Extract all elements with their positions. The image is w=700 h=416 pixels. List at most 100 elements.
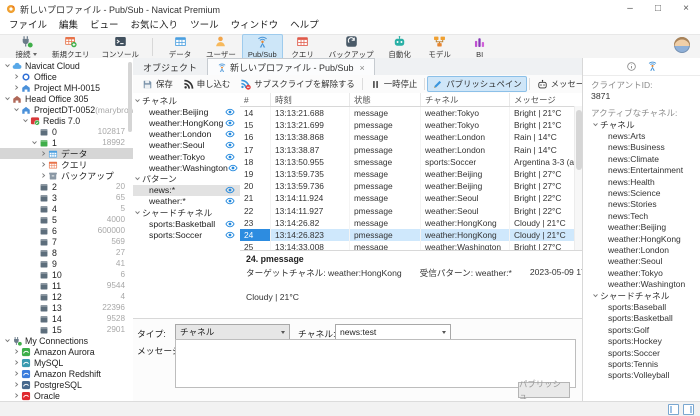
toggle-left-pane-icon[interactable] (668, 404, 679, 415)
channel-item[interactable]: weather:HongKong (133, 117, 240, 128)
table-row[interactable]: 2113:14:11.924messageweather:SeoulBright… (240, 192, 583, 204)
save-button[interactable]: 保存 (137, 76, 178, 92)
tree-item-6[interactable]: 6600000 (0, 225, 133, 236)
active-channel-item[interactable]: news:Stories (591, 199, 700, 210)
table-row[interactable]: 1413:13:21.688messageweather:TokyoBright… (240, 107, 583, 119)
channel-item[interactable]: sports:Soccer (133, 229, 240, 240)
tree-item-postgresql[interactable]: PostgreSQL (0, 379, 133, 390)
active-channel-item[interactable]: news:Science (591, 187, 700, 198)
maximize-button[interactable]: □ (644, 0, 672, 18)
tree-item--[interactable]: クエリ (0, 159, 133, 170)
chevron-right-icon[interactable] (39, 172, 48, 179)
column-header-2[interactable]: 状態 (350, 93, 421, 106)
channel-item[interactable]: news:* (133, 185, 240, 196)
active-channel-item[interactable]: sports:Volleyball (591, 370, 700, 381)
chevron-down-icon[interactable] (12, 106, 21, 113)
table-row[interactable]: 1713:13:38.87pmessageweather:LondonRain … (240, 144, 583, 156)
chevron-down-icon[interactable] (3, 62, 12, 69)
subscribe-button[interactable]: 申し込む (178, 76, 236, 92)
channel-select[interactable]: news:test (335, 324, 451, 340)
column-header-3[interactable]: チャネル (421, 93, 510, 106)
chevron-right-icon[interactable] (39, 150, 48, 157)
chevron-right-icon[interactable] (12, 73, 21, 80)
type-select[interactable]: チャネル (175, 324, 290, 340)
active-channel-item[interactable]: news:Business (591, 142, 700, 153)
tree-item-redis-7-0[interactable]: Redis 7.0 (0, 115, 133, 126)
chevron-down-icon[interactable] (30, 139, 39, 146)
chevron-right-icon[interactable] (39, 161, 48, 168)
active-channel-item[interactable]: sports:Soccer (591, 347, 700, 358)
tree-item-10[interactable]: 106 (0, 269, 133, 280)
tree-item-amazon-aurora[interactable]: Amazon Aurora (0, 346, 133, 357)
chevron-right-icon[interactable] (12, 84, 21, 91)
active-channel-item[interactable]: weather:Beijing (591, 222, 700, 233)
menu-item-2[interactable]: ビュー (84, 18, 125, 34)
tree-item-office[interactable]: Office (0, 71, 133, 82)
channel-item[interactable]: weather:Seoul (133, 140, 240, 151)
active-channel-item[interactable]: news:Entertainment (591, 165, 700, 176)
table-row[interactable]: 1913:13:59.735messageweather:BeijingBrig… (240, 168, 583, 180)
table-row[interactable]: 2313:14:26.82messageweather:HongKongClou… (240, 217, 583, 229)
toggle-right-pane-icon[interactable] (683, 404, 694, 415)
tree-item-1[interactable]: 118992 (0, 137, 133, 148)
tree-item-0[interactable]: 0102817 (0, 126, 133, 137)
chevron-down-icon[interactable] (3, 337, 12, 344)
antenna-icon[interactable] (647, 61, 658, 72)
toolbar-pubsub-button[interactable]: Pub/Sub (242, 34, 283, 61)
menu-item-5[interactable]: ウィンドウ (225, 18, 285, 34)
active-channel-item[interactable]: news:Arts (591, 130, 700, 141)
tab-pubsub-profile[interactable]: 新しいプロファイル - Pub/Sub × (207, 58, 375, 76)
tree-item-project-mh-0015[interactable]: Project MH-0015 (0, 82, 133, 93)
table-row[interactable]: 2213:14:11.927pmessageweather:SeoulBrigh… (240, 205, 583, 217)
close-button[interactable]: × (672, 0, 700, 18)
chevron-down-icon[interactable] (3, 95, 12, 102)
channel-item[interactable]: weather:Beijing (133, 106, 240, 117)
tree-item-mysql[interactable]: MySQL (0, 357, 133, 368)
tree-item-8[interactable]: 827 (0, 247, 133, 258)
tree-item-my-connections[interactable]: My Connections (0, 335, 133, 346)
tree-item-13[interactable]: 1322396 (0, 302, 133, 313)
active-channel-item[interactable]: sports:Baseball (591, 301, 700, 312)
channel-section-header[interactable]: チャネル (133, 95, 240, 106)
channel-section-header[interactable]: パターン (133, 173, 240, 184)
active-channel-item[interactable]: sports:Basketball (591, 313, 700, 324)
table-row[interactable]: 1813:13:50.955smessagesports:SoccerArgen… (240, 156, 583, 168)
chevron-right-icon[interactable] (12, 348, 21, 355)
table-row[interactable]: 2413:14:26.823pmessageweather:HongKongCl… (240, 229, 583, 241)
table-row[interactable]: 1513:13:21.699pmessageweather:TokyoBrigh… (240, 119, 583, 131)
tree-item-15[interactable]: 152901 (0, 324, 133, 335)
publish-button[interactable]: パブリッシュ (518, 382, 570, 398)
menu-item-3[interactable]: お気に入り (125, 18, 185, 34)
chevron-right-icon[interactable] (12, 359, 21, 366)
active-channel-item[interactable]: weather:HongKong (591, 233, 700, 244)
tree-item-12[interactable]: 124 (0, 291, 133, 302)
channel-item[interactable]: weather:London (133, 129, 240, 140)
menu-item-4[interactable]: ツール (184, 18, 225, 34)
column-header-0[interactable]: # (240, 93, 271, 106)
active-channel-item[interactable]: weather:Seoul (591, 256, 700, 267)
active-channel-item[interactable]: news:Climate (591, 153, 700, 164)
tree-scrollbar[interactable] (128, 62, 132, 132)
message-input[interactable] (175, 339, 576, 388)
tab-objects[interactable]: オブジェクト (133, 58, 207, 75)
pause-button[interactable]: 一時停止 (365, 76, 423, 92)
active-channel-item[interactable]: sports:Golf (591, 324, 700, 335)
tree-item-14[interactable]: 149528 (0, 313, 133, 324)
publish-pane-button[interactable]: パブリッシュペイン (427, 76, 526, 92)
table-row[interactable]: 1613:13:38.868messageweather:LondonRain … (240, 131, 583, 143)
channel-section-header[interactable]: シャードチャネル (133, 207, 240, 218)
active-channel-item[interactable]: weather:Tokyo (591, 267, 700, 278)
active-channel-item[interactable]: news:Health (591, 176, 700, 187)
tree-item-5[interactable]: 54000 (0, 214, 133, 225)
toolbar-bi-button[interactable]: BI (460, 34, 500, 61)
tree-item-9[interactable]: 941 (0, 258, 133, 269)
chevron-right-icon[interactable] (12, 381, 21, 388)
user-avatar[interactable] (674, 37, 690, 53)
menu-item-0[interactable]: ファイル (3, 18, 53, 34)
channel-item[interactable]: sports:Basketball (133, 218, 240, 229)
column-header-4[interactable]: メッセージ (510, 93, 583, 106)
table-row[interactable]: 2013:13:59.736pmessageweather:BeijingBri… (240, 180, 583, 192)
column-header-1[interactable]: 時刻 (271, 93, 350, 106)
active-channel-item[interactable]: news:Tech (591, 210, 700, 221)
chevron-right-icon[interactable] (12, 392, 21, 399)
